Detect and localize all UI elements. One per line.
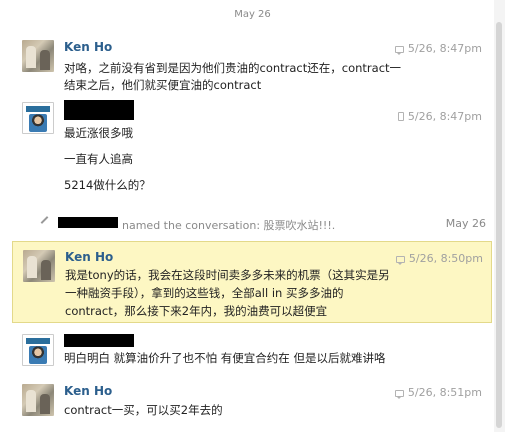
sender-name[interactable]: Ken Ho [64, 384, 112, 398]
message-3-highlighted: Ken Ho 5/26, 8:50pm 我是tony的话，我会在这段时间卖多多未… [12, 241, 492, 323]
message-line: 一种融资手段），拿到的这些钱，全部all in 买多多油的 [65, 286, 344, 300]
message-2: 5/26, 8:47pm 最近涨很多哦 一直有人追高 5214做什么的？ [12, 100, 490, 198]
avatar[interactable] [22, 384, 54, 416]
message-line: contract一买，可以买2年去的 [64, 403, 223, 417]
scrollbar-thumb[interactable] [496, 22, 502, 428]
redacted-sender-name [64, 100, 134, 120]
message-line: 结束之后，他们就买便宜油的contract [64, 78, 262, 92]
message-1: Ken Ho 5/26, 8:47pm 对咯，之前没有省到是因为他们贵油的con… [12, 40, 490, 96]
message-timestamp: 5/26, 8:47pm [397, 110, 482, 123]
chat-bubble-icon [395, 256, 405, 265]
message-timestamp: 5/26, 8:47pm [394, 42, 482, 55]
date-divider: May 26 [234, 9, 271, 20]
chat-bubble-icon [394, 46, 404, 55]
message-line: 5214做什么的？ [64, 178, 151, 192]
message-line: 最近涨很多哦 [64, 126, 133, 140]
sender-name[interactable]: Ken Ho [64, 40, 112, 54]
message-timestamp: 5/26, 8:50pm [395, 252, 483, 265]
chat-bubble-icon [394, 390, 404, 399]
mobile-phone-icon [397, 112, 404, 121]
avatar[interactable] [22, 102, 54, 134]
message-5: Ken Ho 5/26, 8:51pm contract一买，可以买2年去的 [12, 382, 490, 428]
message-line: 明白明白 就算油价升了也不怕 有便宜合约在 但是以后就难讲咯 [64, 351, 386, 365]
pencil-icon [40, 216, 49, 224]
message-line: 对咯，之前没有省到是因为他们贵油的contract还在，contract一 [64, 61, 402, 75]
conversation-thread: May 26 Ken Ho 5/26, 8:47pm 对咯，之前没有省到是因为他… [0, 0, 505, 432]
conversation-renamed-event: named the conversation: 股票吹水站!!!. May 26 [40, 216, 486, 233]
redacted-actor-name [58, 217, 118, 228]
message-4: 明白明白 就算油价升了也不怕 有便宜合约在 但是以后就难讲咯 [12, 334, 490, 372]
avatar[interactable] [22, 40, 54, 72]
message-line: 一直有人追高 [64, 152, 133, 166]
message-line: contract，那么接下来2年内，我的油费可以超便宜 [65, 304, 328, 318]
system-event-date: May 26 [445, 217, 486, 230]
avatar[interactable] [23, 250, 55, 282]
message-timestamp: 5/26, 8:51pm [394, 386, 482, 399]
redacted-sender-name [64, 334, 134, 347]
sender-name[interactable]: Ken Ho [65, 250, 113, 264]
message-line: 我是tony的话，我会在这段时间卖多多未来的机票（这其实是另 [65, 268, 390, 282]
avatar[interactable] [22, 334, 54, 366]
system-event-text: named the conversation: 股票吹水站!!!. [122, 219, 336, 232]
